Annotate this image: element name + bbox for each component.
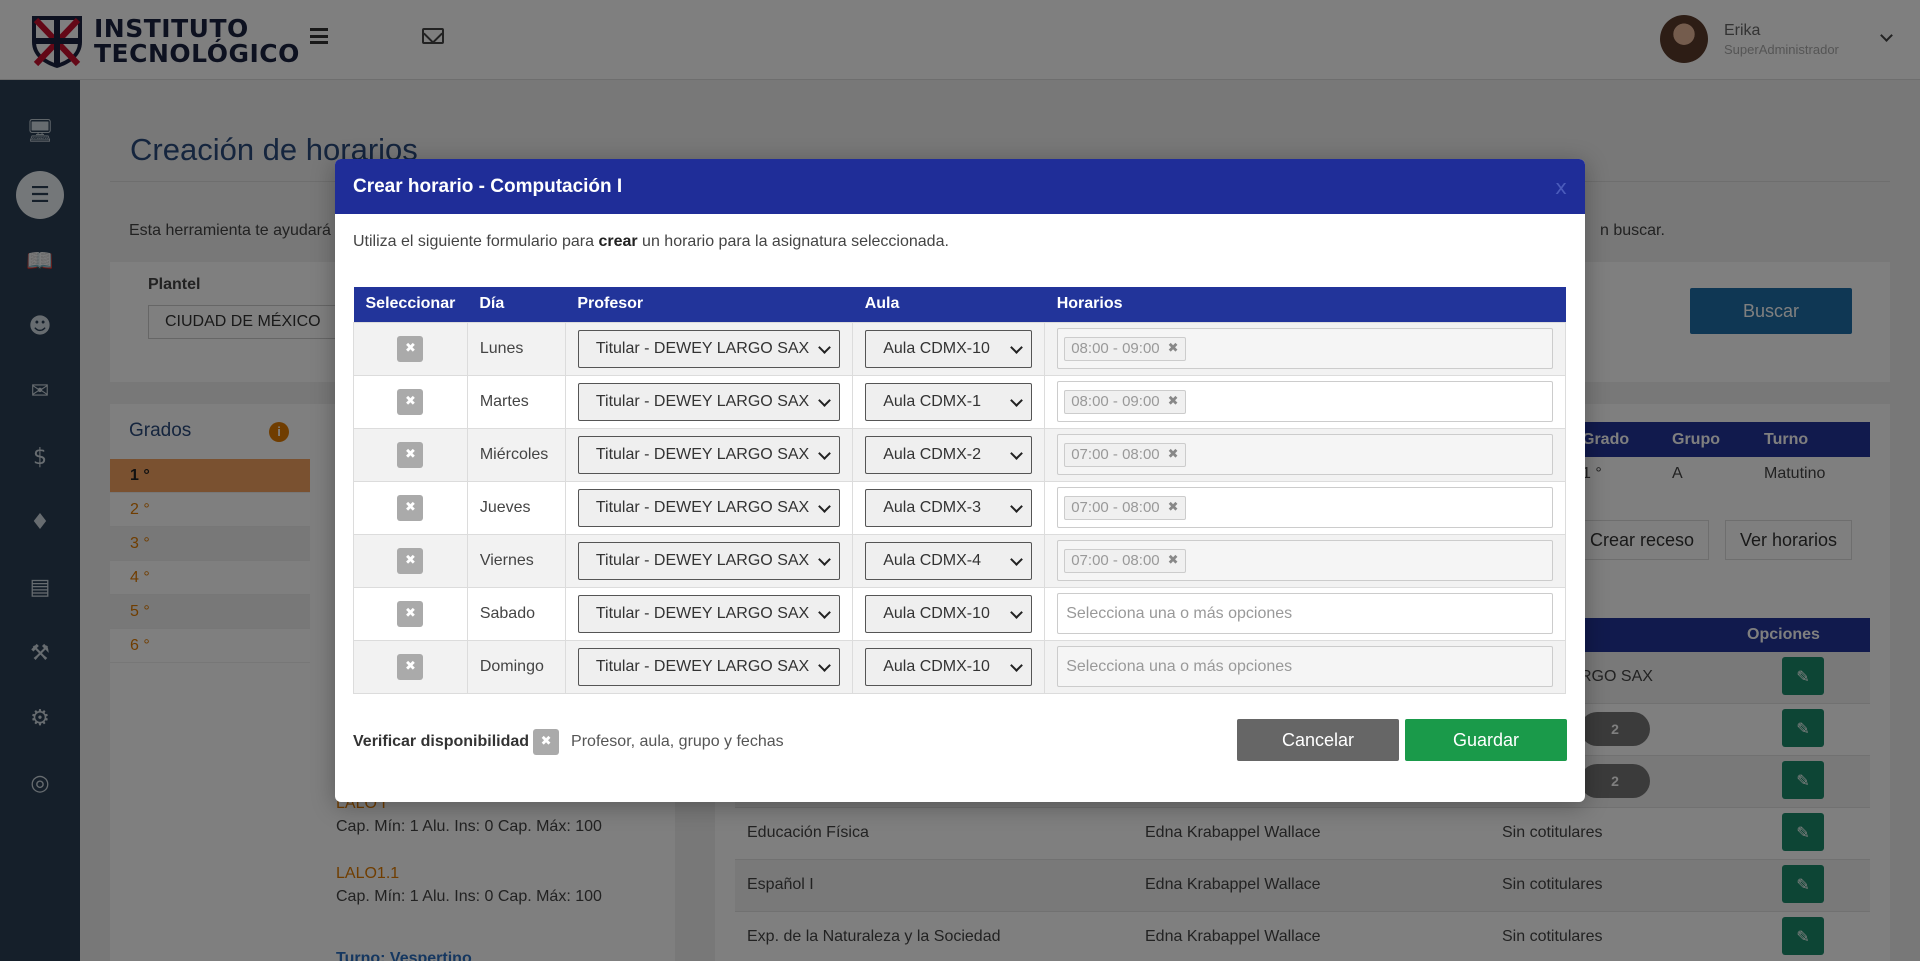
table-row: ✖ Lunes Titular - DEWEY LARGO SAX Aula C…: [353, 321, 1566, 375]
time-multiselect[interactable]: 07:00 - 08:00 ✖: [1057, 540, 1553, 581]
remove-tag-icon[interactable]: ✖: [1168, 447, 1179, 462]
verify-availability: Verificar disponibilidad ✖ Profesor, aul…: [353, 729, 784, 755]
close-icon[interactable]: x: [1555, 175, 1567, 199]
time-tag: 07:00 - 08:00 ✖: [1064, 548, 1186, 573]
teacher-select[interactable]: Titular - DEWEY LARGO SAX: [577, 541, 841, 580]
select-checkbox[interactable]: ✖: [397, 335, 424, 362]
time-tag: 07:00 - 08:00 ✖: [1064, 442, 1186, 467]
select-checkbox[interactable]: ✖: [397, 547, 424, 574]
column-header: Profesor: [565, 287, 853, 322]
select-checkbox[interactable]: ✖: [397, 441, 424, 468]
modal-description: Utiliza el siguiente formulario para cre…: [353, 233, 949, 250]
day-cell: Domingo: [466, 639, 566, 694]
day-cell: Viernes: [466, 533, 566, 587]
room-select[interactable]: Aula CDMX-10: [865, 647, 1033, 686]
verify-label: Verificar disponibilidad: [353, 733, 530, 750]
table-row: ✖ Martes Titular - DEWEY LARGO SAX Aula …: [353, 374, 1566, 428]
column-header: Seleccionar: [353, 287, 468, 322]
room-select[interactable]: Aula CDMX-2: [865, 435, 1033, 474]
teacher-select[interactable]: Titular - DEWEY LARGO SAX: [577, 647, 841, 686]
table-row: ✖ Viernes Titular - DEWEY LARGO SAX Aula…: [353, 533, 1566, 587]
column-header: Día: [467, 287, 566, 322]
select-checkbox[interactable]: ✖: [397, 494, 424, 521]
verify-checkbox[interactable]: ✖: [533, 729, 560, 755]
time-multiselect[interactable]: Selecciona una o más opciones: [1057, 593, 1553, 634]
cancel-button[interactable]: Cancelar: [1237, 719, 1399, 761]
select-checkbox[interactable]: ✖: [397, 388, 424, 415]
room-select[interactable]: Aula CDMX-10: [865, 594, 1033, 633]
room-select[interactable]: Aula CDMX-3: [865, 488, 1033, 527]
select-checkbox[interactable]: ✖: [397, 653, 424, 680]
column-header: Aula: [852, 287, 1045, 322]
teacher-select[interactable]: Titular - DEWEY LARGO SAX: [577, 488, 841, 527]
table-row: ✖ Jueves Titular - DEWEY LARGO SAX Aula …: [353, 480, 1566, 534]
save-button[interactable]: Guardar: [1405, 719, 1567, 761]
time-tag: 07:00 - 08:00 ✖: [1064, 495, 1186, 520]
room-select[interactable]: Aula CDMX-1: [865, 382, 1033, 421]
time-multiselect[interactable]: Selecciona una o más opciones: [1057, 646, 1553, 687]
time-multiselect[interactable]: 08:00 - 09:00 ✖: [1057, 381, 1553, 422]
time-tag: 08:00 - 09:00 ✖: [1064, 336, 1186, 361]
table-row: ✖ Domingo Titular - DEWEY LARGO SAX Aula…: [353, 639, 1566, 694]
teacher-select[interactable]: Titular - DEWEY LARGO SAX: [577, 329, 841, 368]
remove-tag-icon[interactable]: ✖: [1168, 500, 1179, 515]
day-cell: Miércoles: [466, 427, 566, 481]
day-cell: Martes: [466, 374, 566, 428]
time-multiselect[interactable]: 08:00 - 09:00 ✖: [1057, 328, 1553, 369]
day-cell: Sabado: [466, 586, 566, 640]
column-header: Horarios: [1044, 287, 1566, 322]
create-schedule-modal: Crear horario - Computación I x Utiliza …: [335, 159, 1585, 802]
multiselect-placeholder: Selecciona una o más opciones: [1066, 657, 1293, 675]
modal-title: Crear horario - Computación I: [353, 175, 623, 197]
remove-tag-icon[interactable]: ✖: [1168, 394, 1179, 409]
remove-tag-icon[interactable]: ✖: [1168, 341, 1179, 356]
table-row: ✖ Sabado Titular - DEWEY LARGO SAX Aula …: [353, 586, 1566, 640]
room-select[interactable]: Aula CDMX-4: [865, 541, 1033, 580]
time-tag: 08:00 - 09:00 ✖: [1064, 389, 1186, 414]
multiselect-placeholder: Selecciona una o más opciones: [1066, 604, 1293, 622]
verify-description: Profesor, aula, grupo y fechas: [571, 733, 784, 750]
modal-header: Crear horario - Computación I x: [335, 159, 1585, 214]
teacher-select[interactable]: Titular - DEWEY LARGO SAX: [577, 382, 841, 421]
room-select[interactable]: Aula CDMX-10: [865, 329, 1033, 368]
select-checkbox[interactable]: ✖: [397, 600, 424, 627]
day-cell: Lunes: [466, 321, 566, 375]
schedule-table: Seleccionar Día Profesor Aula Horarios ✖…: [353, 287, 1566, 694]
time-multiselect[interactable]: 07:00 - 08:00 ✖: [1057, 434, 1553, 475]
day-cell: Jueves: [466, 480, 566, 534]
teacher-select[interactable]: Titular - DEWEY LARGO SAX: [577, 435, 841, 474]
table-row: ✖ Miércoles Titular - DEWEY LARGO SAX Au…: [353, 427, 1566, 481]
time-multiselect[interactable]: 07:00 - 08:00 ✖: [1057, 487, 1553, 528]
remove-tag-icon[interactable]: ✖: [1168, 553, 1179, 568]
teacher-select[interactable]: Titular - DEWEY LARGO SAX: [577, 594, 841, 633]
